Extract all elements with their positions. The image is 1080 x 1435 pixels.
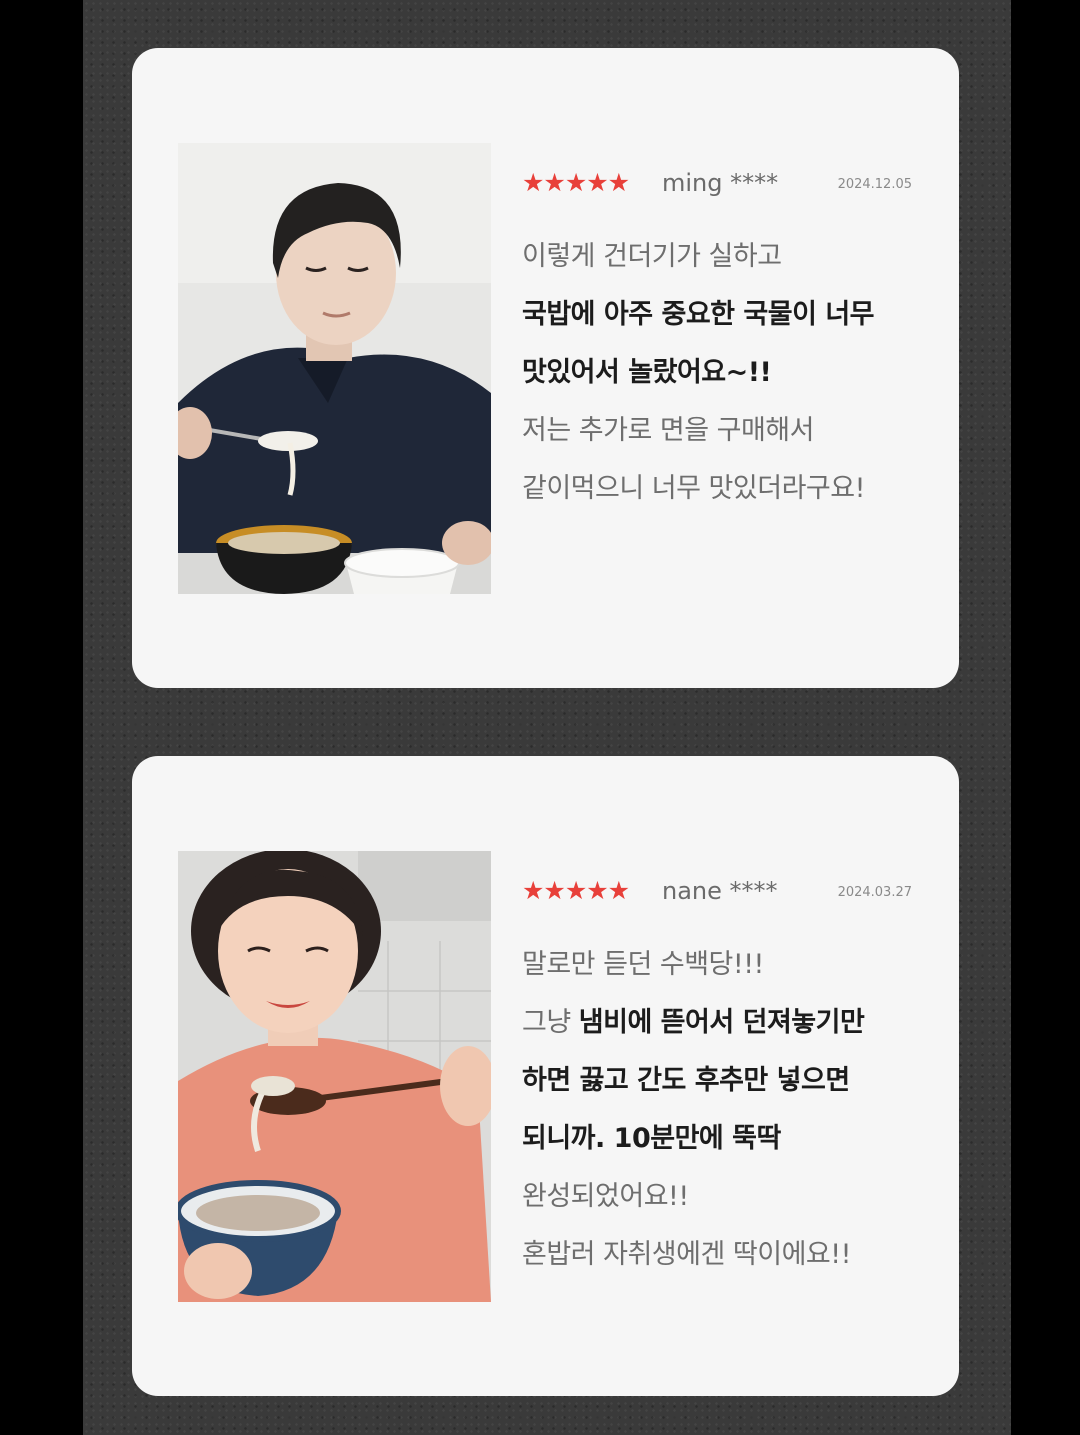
review-text: 이렇게 건더기가 실하고 국밥에 아주 중요한 국물이 너무 맛있어서 놀랐어요… xyxy=(522,228,922,518)
review-card: ★★★★★ ming **** 2024.12.05 이렇게 건더기가 실하고 … xyxy=(132,48,959,688)
review-text: 말로만 듣던 수백당!!! 그냥 냄비에 뜯어서 던져놓기만 하면 끓고 간도 … xyxy=(522,936,922,1284)
review-line: 하면 끓고 간도 후추만 넣으면 xyxy=(522,1065,850,1096)
review-line: 이렇게 건더기가 실하고 xyxy=(522,241,782,272)
star-rating-icon: ★★★★★ xyxy=(522,876,630,905)
star-rating-icon: ★★★★★ xyxy=(522,168,630,197)
review-line: 말로만 듣던 수백당!!! xyxy=(522,949,764,980)
reviewer-name: ming **** xyxy=(662,169,779,197)
review-line: 혼밥러 자취생에겐 딱이에요!! xyxy=(522,1239,851,1270)
review-line: 맛있어서 놀랐어요~!! xyxy=(522,357,772,388)
review-line: 완성되었어요!! xyxy=(522,1181,689,1212)
review-card: ★★★★★ nane **** 2024.03.27 말로만 듣던 수백당!!!… xyxy=(132,756,959,1396)
review-line-emphasis: 냄비에 뜯어서 던져놓기만 xyxy=(578,1007,865,1038)
review-content: ★★★★★ ming **** 2024.12.05 이렇게 건더기가 실하고 … xyxy=(522,166,922,518)
review-line: 되니까. 10분만에 뚝딱 xyxy=(522,1123,781,1154)
review-photo xyxy=(178,851,491,1302)
review-line-prefix: 그냥 xyxy=(522,1007,579,1038)
review-line: 그냥 냄비에 뜯어서 던져놓기만 xyxy=(522,994,922,1052)
review-photo xyxy=(178,143,491,594)
reviewer-name: nane **** xyxy=(662,877,778,905)
review-date: 2024.12.05 xyxy=(837,177,912,192)
review-meta: ★★★★★ ming **** 2024.12.05 xyxy=(522,166,922,200)
review-line: 같이먹으니 너무 맛있더라구요! xyxy=(522,473,865,504)
review-content: ★★★★★ nane **** 2024.03.27 말로만 듣던 수백당!!!… xyxy=(522,874,922,1284)
review-date: 2024.03.27 xyxy=(837,885,912,900)
review-line: 국밥에 아주 중요한 국물이 너무 xyxy=(522,299,875,330)
review-line: 저는 추가로 면을 구매해서 xyxy=(522,415,815,446)
review-meta: ★★★★★ nane **** 2024.03.27 xyxy=(522,874,922,908)
